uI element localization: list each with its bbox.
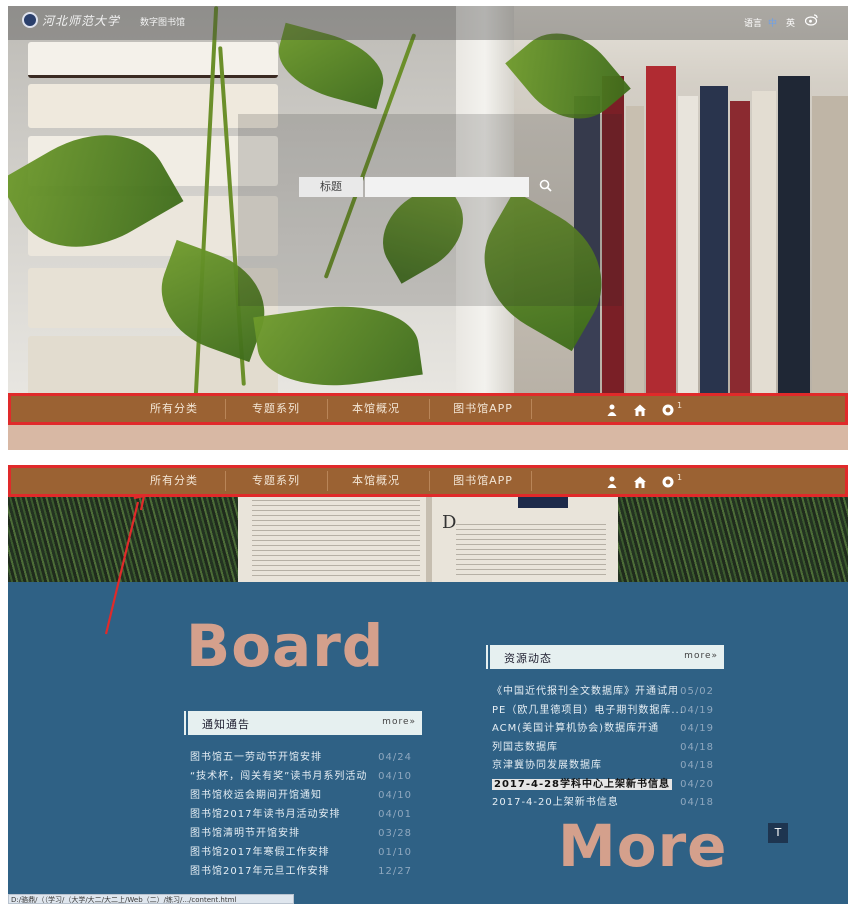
nav-divider — [327, 399, 328, 419]
nav-special-series[interactable]: 专题系列 — [239, 396, 313, 422]
list-item-title[interactable]: “技术杯，闯关有奖”读书月系列活动 — [190, 771, 367, 782]
list-item-title[interactable]: 《中国近代报刊全文数据库》开通试用 — [492, 686, 679, 697]
open-book-image: D — [238, 494, 618, 582]
nav-library-overview[interactable]: 本馆概况 — [341, 396, 411, 422]
list-item[interactable]: 《中国近代报刊全文数据库》开通试用 05/02 — [492, 683, 714, 702]
book-drop-cap: D — [442, 512, 457, 533]
library-logo-text[interactable]: 数字图书馆 — [140, 15, 185, 28]
list-item-date: 05/02 — [680, 686, 714, 697]
list-item-title[interactable]: 京津冀协同发展数据库 — [492, 760, 602, 771]
list-item[interactable]: 列国志数据库 04/18 — [492, 739, 714, 758]
nav-library-app[interactable]: 图书馆APP — [443, 468, 523, 494]
list-item[interactable]: 图书馆2017年元旦工作安排 12/27 — [190, 862, 412, 881]
university-logo-text[interactable]: 河北师范大学 — [42, 12, 120, 29]
book-left-page-text — [252, 500, 420, 576]
user-icon[interactable] — [605, 402, 619, 416]
nav-divider — [225, 399, 226, 419]
nav-library-overview[interactable]: 本馆概况 — [341, 468, 411, 494]
nav-divider — [327, 471, 328, 491]
nav-divider — [531, 399, 532, 419]
list-item[interactable]: 京津冀协同发展数据库 04/18 — [492, 757, 714, 776]
search-icon[interactable] — [538, 177, 554, 195]
list-item-date: 04/18 — [680, 760, 714, 771]
page: 河北师范大学 数字图书馆 语言 中 英 标题 所有分类 专题系列 本馆概况 图书… — [0, 0, 848, 904]
back-to-top-button[interactable]: T — [768, 823, 788, 843]
lang-english-link[interactable]: 英 — [786, 16, 795, 29]
nav-all-categories[interactable]: 所有分类 — [139, 396, 209, 422]
settings-icon[interactable] — [661, 474, 675, 488]
notices-more-link[interactable]: more» — [382, 717, 416, 727]
notices-title: 通知通告 — [186, 711, 250, 735]
list-item-title[interactable]: 图书馆校运会期间开馆通知 — [190, 790, 322, 801]
list-item[interactable]: 2017-4-20上架新书信息 04/18 — [492, 794, 714, 813]
list-item-date: 03/28 — [378, 828, 412, 839]
main-nav-bar: 所有分类 专题系列 本馆概况 图书馆APP 1 — [8, 393, 848, 425]
user-icon[interactable] — [605, 474, 619, 488]
list-item-title[interactable]: 2017-4-28学科中心上架新书信息 — [492, 778, 673, 790]
notices-list: 图书馆五一劳动节开馆安排 04/24 “技术杯，闯关有奖”读书月系列活动 04/10 图… — [190, 748, 412, 881]
list-item-date: 04/19 — [680, 704, 714, 716]
list-item-date: 12/27 — [378, 866, 412, 877]
notices-header: 通知通告 more» — [184, 711, 422, 735]
list-item-date: 04/18 — [680, 797, 714, 808]
home-icon[interactable] — [633, 474, 647, 488]
list-item[interactable]: 图书馆五一劳动节开馆安排 04/24 — [190, 748, 412, 767]
list-item-date: 01/10 — [378, 847, 412, 858]
weibo-icon[interactable] — [804, 13, 819, 26]
book-right-page-text — [456, 524, 606, 576]
list-item-date: 04/19 — [680, 723, 714, 734]
annotation-arrow-icon — [104, 494, 146, 635]
language-label: 语言 — [744, 19, 763, 29]
list-item-title[interactable]: 图书馆五一劳动节开馆安排 — [190, 752, 322, 763]
nav-special-series[interactable]: 专题系列 — [239, 468, 313, 494]
list-item[interactable]: 图书馆2017年读书月活动安排 04/01 — [190, 805, 412, 824]
list-item[interactable]: 图书馆清明节开馆安排 03/28 — [190, 824, 412, 843]
notification-count-badge: 1 — [677, 473, 683, 482]
resources-header: 资源动态 more» — [486, 645, 724, 669]
list-item-title[interactable]: 图书馆2017年读书月活动安排 — [190, 809, 340, 820]
list-item-title[interactable]: 2017-4-20上架新书信息 — [492, 797, 619, 808]
list-item-title[interactable]: 图书馆2017年元旦工作安排 — [190, 866, 329, 877]
nav-divider — [531, 471, 532, 491]
list-item-date: 04/10 — [378, 790, 412, 801]
search-overlay — [238, 114, 622, 306]
lang-chinese-link[interactable]: 中 — [768, 16, 777, 29]
nav-shadow-strip — [8, 425, 848, 450]
list-item[interactable]: PE（欧几里德项目）电子期刊数据库... 04/19 — [492, 702, 714, 721]
list-item[interactable]: 图书馆2017年寒假工作安排 01/10 — [190, 843, 412, 862]
list-item-date: 04/24 — [378, 752, 412, 763]
list-item-date: 04/10 — [378, 771, 412, 782]
list-item[interactable]: 图书馆校运会期间开馆通知 04/10 — [190, 786, 412, 805]
settings-icon[interactable] — [661, 402, 675, 416]
list-item[interactable]: ACM(美国计算机协会)数据库开通 04/19 — [492, 720, 714, 739]
list-item-title[interactable]: 列国志数据库 — [492, 742, 558, 753]
home-icon[interactable] — [633, 402, 647, 416]
search-field-select[interactable]: 标题 — [299, 177, 363, 197]
book-stack — [28, 42, 278, 78]
list-item-date: 04/20 — [680, 778, 714, 790]
resources-more-link[interactable]: more» — [684, 651, 718, 661]
browser-status-bar: D:/骆鼎/（（学习/（大学/大二/大二上/Web（二）/练习/.../cont… — [8, 894, 294, 904]
list-item[interactable]: “技术杯，闯关有奖”读书月系列活动 04/10 — [190, 767, 412, 786]
board-heading: Board — [186, 612, 385, 680]
top-bar — [8, 6, 848, 40]
more-heading: More — [558, 812, 728, 880]
book-spine — [426, 494, 432, 582]
list-item-date: 04/18 — [680, 741, 714, 753]
notification-count-badge: 1 — [677, 401, 683, 410]
nav-divider — [429, 471, 430, 491]
university-seal-icon[interactable] — [22, 12, 38, 28]
nav-library-app[interactable]: 图书馆APP — [443, 396, 523, 422]
list-item-title[interactable]: 图书馆2017年寒假工作安排 — [190, 847, 329, 858]
resources-list: 《中国近代报刊全文数据库》开通试用 05/02 PE（欧几里德项目）电子期刊数据库.… — [492, 683, 714, 813]
list-item-title[interactable]: 图书馆清明节开馆安排 — [190, 828, 300, 839]
list-item-title[interactable]: ACM(美国计算机协会)数据库开通 — [492, 723, 659, 734]
nav-divider — [429, 399, 430, 419]
list-item[interactable]: 2017-4-28学科中心上架新书信息 04/20 — [492, 776, 714, 795]
nav-divider — [225, 471, 226, 491]
list-item-date: 04/01 — [378, 809, 412, 820]
search-input[interactable] — [365, 177, 529, 197]
resources-title: 资源动态 — [488, 645, 552, 669]
list-item-title[interactable]: PE（欧几里德项目）电子期刊数据库... — [492, 705, 684, 716]
